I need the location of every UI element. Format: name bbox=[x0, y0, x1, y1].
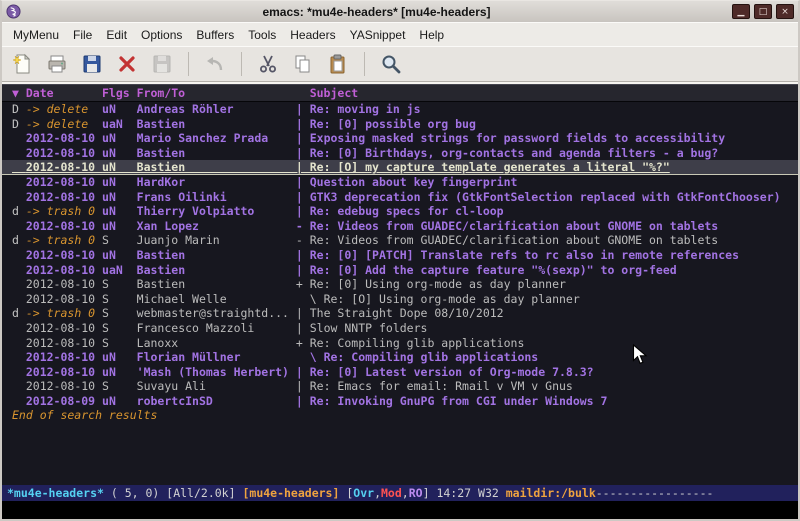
save-as-button bbox=[148, 50, 176, 78]
message-row[interactable]: 2012-08-10 S Francesco Mazzoli | Slow NN… bbox=[2, 321, 798, 336]
menu-yasnippet[interactable]: YASnippet bbox=[343, 25, 413, 45]
message-row[interactable]: 2012-08-10 S Lanoxx + Re: Compiling glib… bbox=[2, 336, 798, 351]
close-icon: × bbox=[781, 7, 789, 17]
message-row[interactable]: 2012-08-10 S Suvayu Ali | Re: Emacs for … bbox=[2, 379, 798, 394]
modeline-readonly-flag: RO bbox=[409, 486, 423, 500]
minimize-button[interactable]: ▁ bbox=[732, 4, 750, 19]
new-file-icon bbox=[10, 52, 34, 76]
message-row[interactable]: 2012-08-10 uN Bastien | Re: [O] my captu… bbox=[2, 160, 798, 175]
message-row[interactable]: d -> trash 0 S Juanjo Marin - Re: Videos… bbox=[2, 233, 798, 248]
menu-tools[interactable]: Tools bbox=[241, 25, 283, 45]
print-button[interactable] bbox=[43, 50, 71, 78]
minimize-icon: ▁ bbox=[738, 7, 745, 17]
search-icon bbox=[379, 52, 403, 76]
modeline-week: W32 bbox=[478, 486, 499, 500]
new-file-button[interactable] bbox=[8, 50, 36, 78]
menu-help[interactable]: Help bbox=[412, 25, 451, 45]
modeline-dashes: ----------------- bbox=[596, 486, 714, 500]
undo-icon bbox=[203, 52, 227, 76]
message-row[interactable]: 2012-08-10 S Michael Welle \ Re: [O] Usi… bbox=[2, 292, 798, 307]
copy-icon bbox=[291, 52, 315, 76]
close-buffer-icon bbox=[115, 52, 139, 76]
message-row[interactable]: 2012-08-10 uaN Bastien | Re: [0] Add the… bbox=[2, 263, 798, 278]
window-title: emacs: *mu4e-headers* [mu4e-headers] bbox=[25, 5, 728, 19]
paste-icon bbox=[326, 52, 350, 76]
header-line: ▼ Date Flgs From/To Subject bbox=[2, 84, 798, 102]
titlebar[interactable]: emacs: *mu4e-headers* [mu4e-headers] ▁ □… bbox=[2, 1, 798, 22]
modeline-modified-flag: Mod bbox=[381, 486, 402, 500]
empty-buffer-space bbox=[2, 423, 798, 485]
modeline-buffer-name: *mu4e-headers* bbox=[7, 486, 104, 500]
mode-line[interactable]: *mu4e-headers* ( 5, 0) [All/2.0k] [mu4e-… bbox=[2, 485, 798, 501]
message-row[interactable]: 2012-08-10 S Bastien + Re: [0] Using org… bbox=[2, 277, 798, 292]
modeline-status-sep: , bbox=[374, 486, 381, 500]
maximize-icon: □ bbox=[759, 7, 768, 17]
echo-area[interactable] bbox=[2, 501, 798, 519]
message-row[interactable]: 2012-08-10 uN Florian Müllner \ Re: Comp… bbox=[2, 350, 798, 365]
modeline-status-sep: , bbox=[402, 486, 409, 500]
cut-icon bbox=[256, 52, 280, 76]
modeline-maildir: maildir:/bulk bbox=[506, 486, 596, 500]
menu-edit[interactable]: Edit bbox=[99, 25, 134, 45]
message-list: D -> delete uN Andreas Röhler | Re: movi… bbox=[2, 102, 798, 408]
message-row[interactable]: D -> delete uN Andreas Röhler | Re: movi… bbox=[2, 102, 798, 117]
message-row[interactable]: D -> delete uaN Bastien | Re: [0] possib… bbox=[2, 117, 798, 132]
modeline-size: [All/2.0k] bbox=[166, 486, 235, 500]
message-row[interactable]: d -> trash 0 uN Thierry Volpiatto | Re: … bbox=[2, 204, 798, 219]
window-icon bbox=[6, 4, 21, 19]
menu-file[interactable]: File bbox=[66, 25, 99, 45]
message-row[interactable]: 2012-08-10 uN Mario Sanchez Prada | Expo… bbox=[2, 131, 798, 146]
save-as-icon bbox=[150, 52, 174, 76]
menubar: MyMenu File Edit Options Buffers Tools H… bbox=[2, 22, 798, 46]
buffer-area: ▼ Date Flgs From/To Subject D -> delete … bbox=[2, 82, 798, 519]
message-row[interactable]: 2012-08-10 uN Xan Lopez - Re: Videos fro… bbox=[2, 219, 798, 234]
modeline-overwrite-flag: Ovr bbox=[353, 486, 374, 500]
close-buffer-button[interactable] bbox=[113, 50, 141, 78]
message-row[interactable]: 2012-08-10 uN Frans Oilinki | GTK3 depre… bbox=[2, 190, 798, 205]
modeline-major-mode: [mu4e-headers] bbox=[242, 486, 339, 500]
menu-headers[interactable]: Headers bbox=[283, 25, 342, 45]
paste-button[interactable] bbox=[324, 50, 352, 78]
toolbar-separator bbox=[241, 52, 242, 76]
menu-options[interactable]: Options bbox=[134, 25, 189, 45]
message-row[interactable]: 2012-08-10 uN HardKor | Question about k… bbox=[2, 175, 798, 190]
print-icon bbox=[45, 52, 69, 76]
cut-button[interactable] bbox=[254, 50, 282, 78]
maximize-button[interactable]: □ bbox=[754, 4, 772, 19]
toolbar-separator bbox=[364, 52, 365, 76]
message-row[interactable]: d -> trash 0 S webmaster@straightd... | … bbox=[2, 306, 798, 321]
search-button[interactable] bbox=[377, 50, 405, 78]
message-row[interactable]: 2012-08-09 uN robertcInSD | Re: Invoking… bbox=[2, 394, 798, 409]
emacs-window: emacs: *mu4e-headers* [mu4e-headers] ▁ □… bbox=[0, 0, 800, 521]
toolbar-separator bbox=[188, 52, 189, 76]
save-button[interactable] bbox=[78, 50, 106, 78]
toolbar bbox=[2, 46, 798, 82]
modeline-status-close: ] bbox=[423, 486, 430, 500]
message-row[interactable]: 2012-08-10 uN 'Mash (Thomas Herbert) | R… bbox=[2, 365, 798, 380]
menu-mymenu[interactable]: MyMenu bbox=[6, 25, 66, 45]
end-of-results-message: End of search results bbox=[2, 408, 798, 423]
close-button[interactable]: × bbox=[776, 4, 794, 19]
undo-button bbox=[201, 50, 229, 78]
message-row[interactable]: 2012-08-10 uN Bastien | Re: [0] [PATCH] … bbox=[2, 248, 798, 263]
copy-button[interactable] bbox=[289, 50, 317, 78]
menu-buffers[interactable]: Buffers bbox=[189, 25, 241, 45]
modeline-time: 14:27 bbox=[436, 486, 471, 500]
message-row[interactable]: 2012-08-10 uN Bastien | Re: [0] Birthday… bbox=[2, 146, 798, 161]
modeline-position: ( 5, 0) bbox=[111, 486, 159, 500]
save-icon bbox=[80, 52, 104, 76]
